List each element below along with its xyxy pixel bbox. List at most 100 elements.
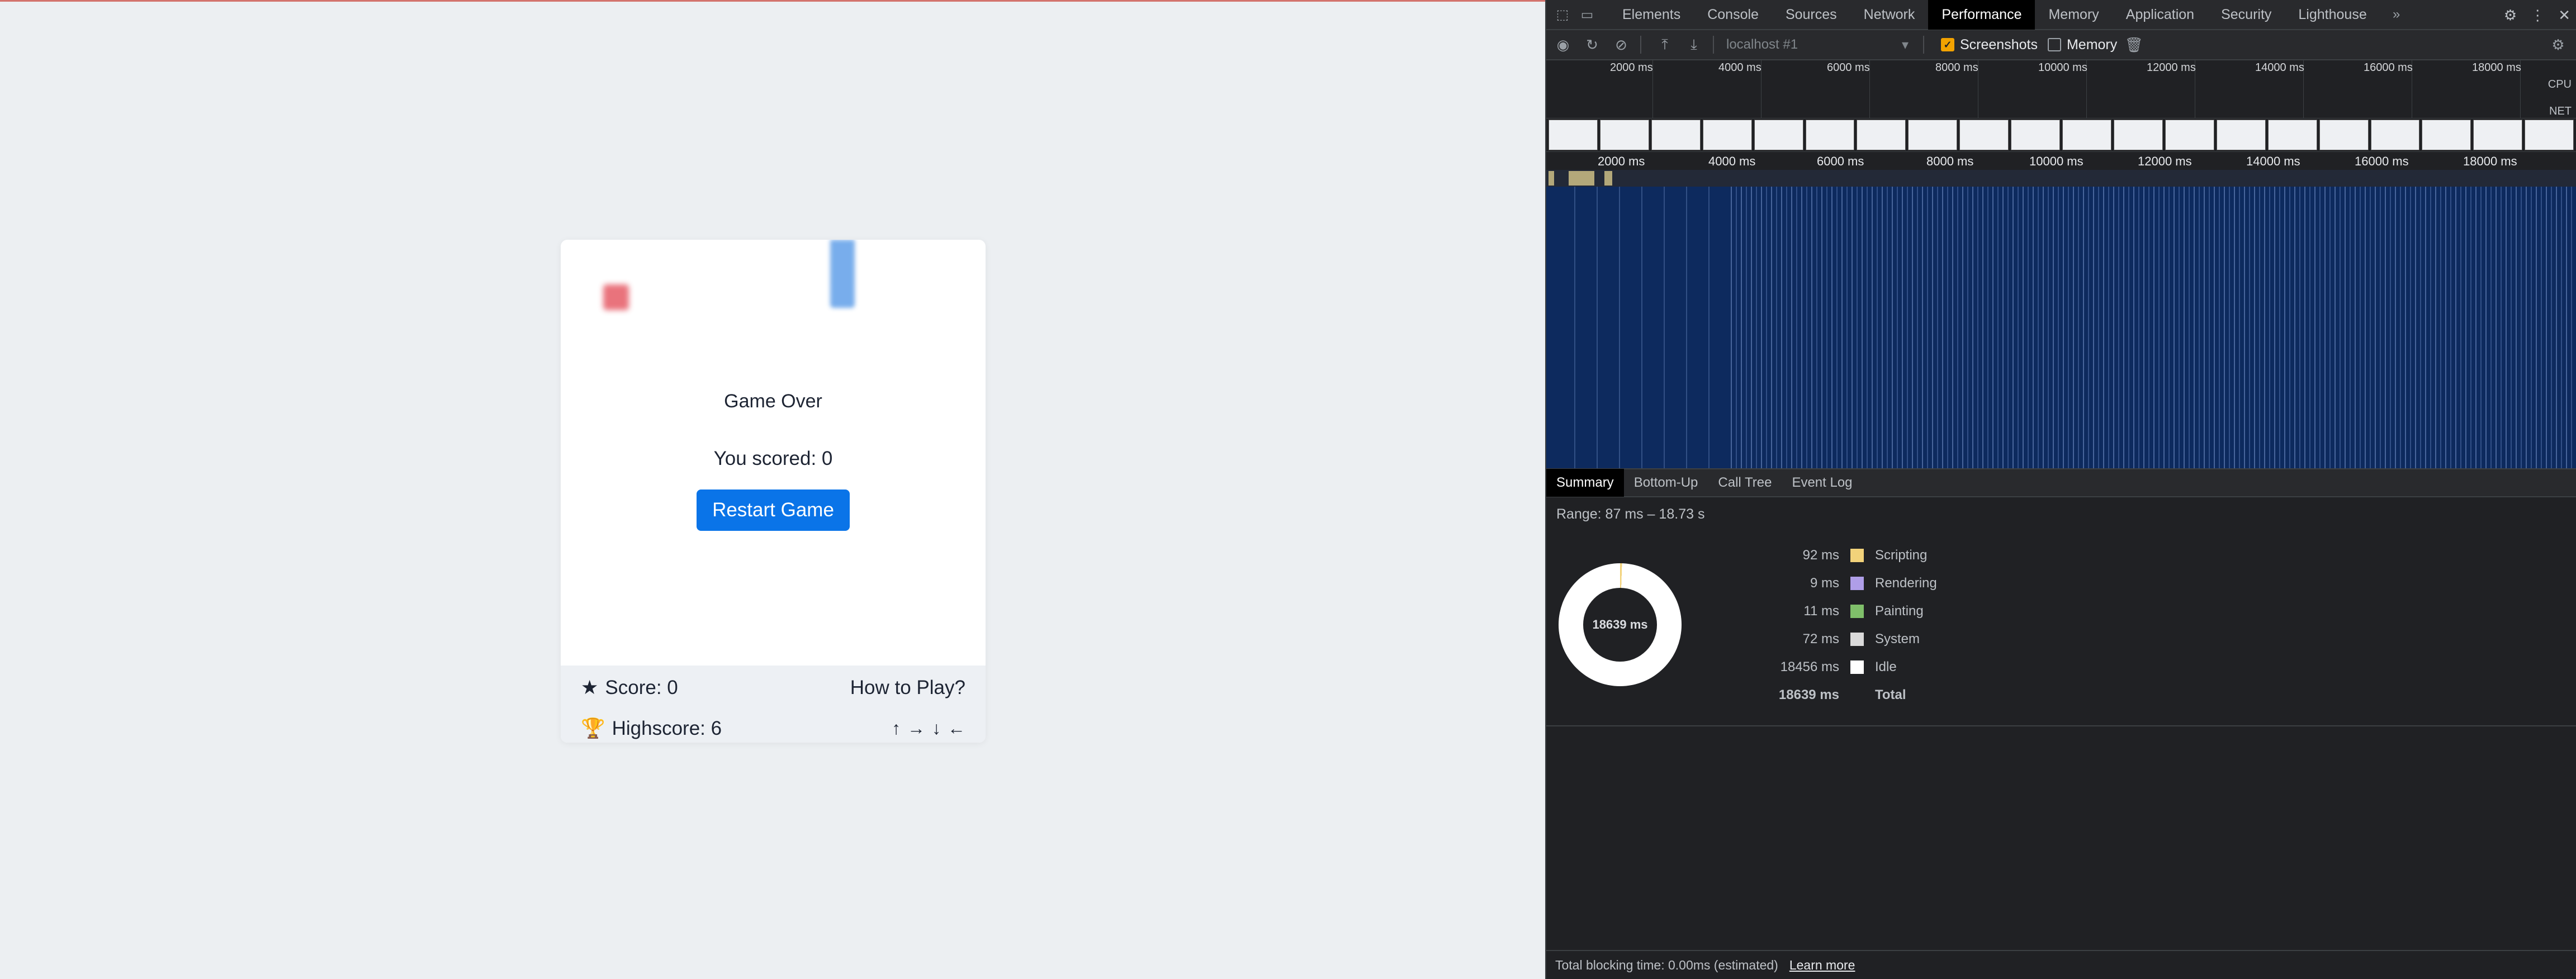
trash-icon[interactable]: 🗑	[2122, 32, 2146, 57]
screenshot-filmstrip[interactable]	[1546, 118, 2576, 152]
donut-center-label: 18639 ms	[1583, 588, 1657, 662]
scripting-block[interactable]	[1569, 171, 1594, 186]
memory-label: Memory	[2066, 36, 2118, 53]
dropdown-caret-icon: ▾	[1901, 37, 1909, 53]
legend-value: 11 ms	[1803, 603, 1839, 619]
more-tabs-icon[interactable]: »	[2388, 6, 2405, 23]
frames-track[interactable]	[1546, 170, 2576, 187]
overview-tick: 6000 ms	[1827, 61, 1870, 74]
timeline-tick: 8000 ms	[1926, 154, 1974, 168]
filmstrip-frame[interactable]	[2319, 120, 2369, 150]
filmstrip-frame[interactable]	[2473, 120, 2523, 150]
main-thread-activity	[1731, 187, 2574, 468]
performance-toolbar: ◉ ↻ ⊘ ⤒ ⤓ localhost #1 ▾ ✓ Screenshots M…	[1546, 30, 2576, 60]
how-to-play-link[interactable]: How to Play?	[850, 677, 965, 699]
tab-lighthouse[interactable]: Lighthouse	[2285, 0, 2380, 30]
total-value: 18639 ms	[1778, 687, 1839, 702]
tab-sources[interactable]: Sources	[1772, 0, 1850, 30]
capture-settings-icon[interactable]: ⚙	[2546, 32, 2570, 57]
filmstrip-frame[interactable]	[2525, 120, 2574, 150]
game-footer: ★ Score: 0 How to Play? 🏆 Highscore: 6 ↑…	[561, 666, 986, 743]
record-icon[interactable]: ◉	[1551, 32, 1575, 57]
clear-icon[interactable]: ⊘	[1609, 32, 1633, 57]
legend-label: Painting	[1875, 603, 1924, 619]
arrow-keys-hint: ↑ → ↓ ←	[892, 718, 965, 739]
idle-swatch	[1850, 660, 1864, 674]
inspect-element-icon[interactable]: ⬚	[1554, 6, 1571, 23]
page-viewport: Game Over You scored: 0 Restart Game ★ S…	[0, 0, 1545, 979]
game-card: Game Over You scored: 0 Restart Game ★ S…	[561, 240, 986, 743]
device-toolbar-icon[interactable]: ▭	[1579, 6, 1595, 23]
filmstrip-frame[interactable]	[2165, 120, 2214, 150]
filmstrip-frame[interactable]	[2011, 120, 2061, 150]
overview-tick: 2000 ms	[1610, 61, 1653, 74]
tab-security[interactable]: Security	[2208, 0, 2285, 30]
filmstrip-frame[interactable]	[1959, 120, 2009, 150]
filmstrip-frame[interactable]	[2370, 120, 2420, 150]
filmstrip-frame[interactable]	[2422, 120, 2471, 150]
tab-event-log[interactable]: Event Log	[1782, 469, 1862, 497]
painting-swatch	[1850, 605, 1864, 618]
overview-tick: 14000 ms	[2255, 61, 2304, 74]
legend-total-row: 18639 ms Total	[1714, 687, 1938, 715]
flame-chart[interactable]	[1546, 170, 2576, 468]
scripting-block[interactable]	[1549, 171, 1554, 186]
settings-gear-icon[interactable]: ⚙	[2504, 7, 2517, 24]
timeline-tick: 4000 ms	[1708, 154, 1756, 168]
reload-record-icon[interactable]: ↻	[1580, 32, 1604, 57]
system-swatch	[1850, 633, 1864, 646]
download-profile-icon[interactable]: ⤓	[1682, 32, 1706, 57]
filmstrip-frame[interactable]	[2216, 120, 2266, 150]
checkbox-checked-icon: ✓	[1941, 38, 1954, 51]
filmstrip-frame[interactable]	[1599, 120, 1649, 150]
filmstrip-frame[interactable]	[1549, 120, 1598, 150]
rendering-swatch	[1850, 577, 1864, 590]
legend-label: System	[1875, 631, 1920, 647]
filmstrip-frame[interactable]	[1651, 120, 1701, 150]
memory-checkbox[interactable]: Memory	[2047, 36, 2118, 53]
legend-label: Idle	[1875, 659, 1897, 674]
filmstrip-frame[interactable]	[2267, 120, 2317, 150]
filmstrip-frame[interactable]	[1805, 120, 1855, 150]
restart-game-button[interactable]: Restart Game	[697, 490, 850, 531]
overview-tick: 16000 ms	[2364, 61, 2413, 74]
filmstrip-frame[interactable]	[1857, 120, 1906, 150]
total-label: Total	[1875, 687, 1906, 702]
filmstrip-frame[interactable]	[1754, 120, 1803, 150]
tab-performance[interactable]: Performance	[1928, 0, 2035, 30]
timeline-tick: 14000 ms	[2246, 154, 2300, 168]
tab-summary[interactable]: Summary	[1546, 469, 1624, 497]
obstacle-bar	[830, 240, 855, 308]
learn-more-link[interactable]: Learn more	[1789, 958, 1855, 973]
tab-elements[interactable]: Elements	[1609, 0, 1694, 30]
filmstrip-frame[interactable]	[1908, 120, 1958, 150]
filmstrip-frame[interactable]	[2062, 120, 2111, 150]
upload-profile-icon[interactable]: ⤒	[1652, 32, 1677, 57]
arrow-right-icon: →	[907, 718, 925, 738]
legend-row: 11 ms Painting	[1714, 603, 1938, 631]
star-icon: ★	[581, 677, 599, 698]
filmstrip-frame[interactable]	[2113, 120, 2163, 150]
timeline-overview[interactable]: 2000 ms 4000 ms 6000 ms 8000 ms 10000 ms…	[1546, 60, 2576, 118]
target-select[interactable]: localhost #1 ▾	[1726, 37, 1916, 53]
range-text: Range: 87 ms – 18.73 s	[1556, 506, 1705, 522]
timeline-tick: 16000 ms	[2355, 154, 2409, 168]
arrow-left-icon: ←	[948, 718, 965, 738]
arrow-down-icon: ↓	[932, 718, 941, 738]
scripting-block[interactable]	[1604, 171, 1612, 186]
filmstrip-frame[interactable]	[1702, 120, 1752, 150]
tab-call-tree[interactable]: Call Tree	[1708, 469, 1782, 497]
tab-memory[interactable]: Memory	[2035, 0, 2112, 30]
legend-label: Scripting	[1875, 548, 1928, 563]
tab-application[interactable]: Application	[2113, 0, 2208, 30]
tab-bottom-up[interactable]: Bottom-Up	[1624, 469, 1708, 497]
kebab-menu-icon[interactable]: ⋮	[2530, 7, 2545, 24]
screenshots-checkbox[interactable]: ✓ Screenshots	[1941, 37, 2038, 53]
tab-console[interactable]: Console	[1694, 0, 1772, 30]
tab-network[interactable]: Network	[1850, 0, 1929, 30]
overview-tick: 10000 ms	[2038, 61, 2087, 74]
arrow-up-icon: ↑	[892, 718, 901, 738]
summary-legend: 92 ms Scripting 9 ms Rendering 11 ms Pai…	[1714, 548, 1938, 715]
close-icon[interactable]: ✕	[2558, 7, 2570, 24]
cpu-label: CPU	[2547, 78, 2572, 91]
